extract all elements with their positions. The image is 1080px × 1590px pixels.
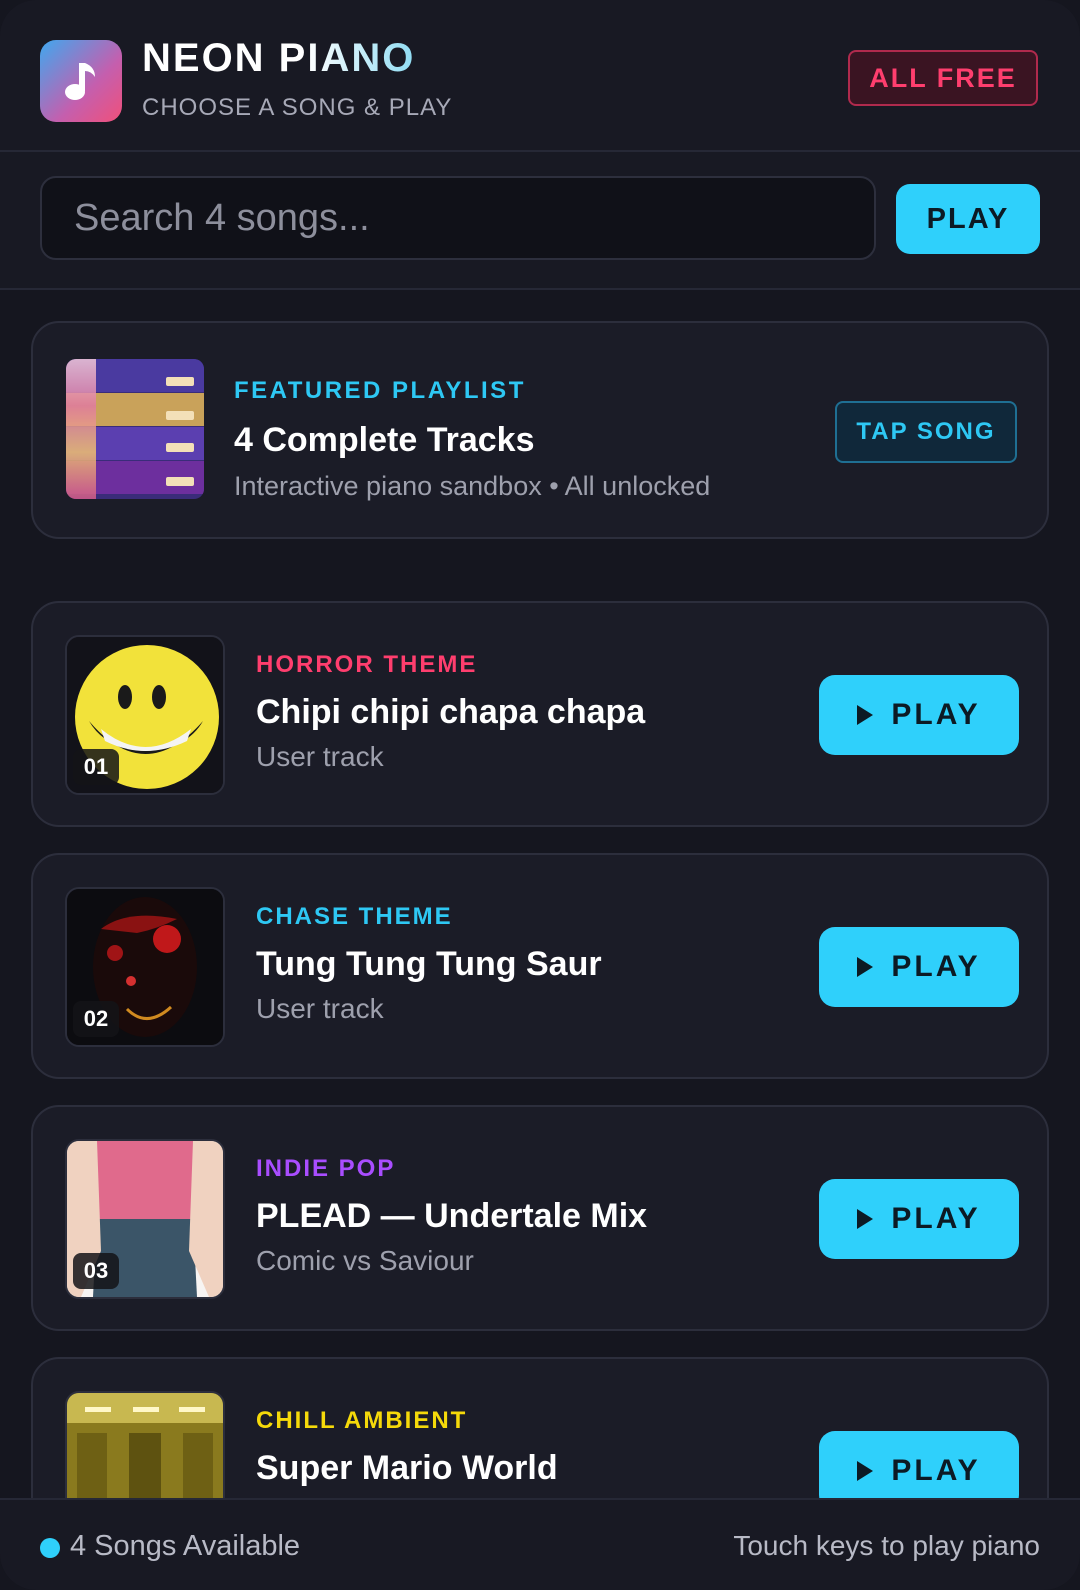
- search-input[interactable]: [40, 176, 876, 260]
- track-number: 02: [73, 1001, 119, 1037]
- song-artist: User track: [256, 993, 384, 1024]
- playlist-thumbnail: [66, 359, 204, 499]
- featured-label: FEATURED PLAYLIST: [234, 377, 526, 404]
- featured-title: 4 Complete Tracks: [234, 421, 535, 459]
- play-button-label: PLAY: [891, 1454, 981, 1487]
- play-button-label: PLAY: [891, 950, 981, 983]
- song-thumbnail: 03: [65, 1139, 225, 1299]
- song-artist: Comic vs Saviour: [256, 1245, 474, 1276]
- songs-available-count: 4 Songs Available: [70, 1530, 301, 1562]
- play-button[interactable]: PLAY: [819, 675, 1019, 755]
- featured-playlist-card[interactable]: FEATURED PLAYLIST 4 Complete Tracks Inte…: [31, 321, 1049, 539]
- track-number: 03: [73, 1253, 119, 1289]
- song-genre-tag: INDIE POP: [256, 1155, 396, 1182]
- featured-description: Interactive piano sandbox • All unlocked: [234, 471, 711, 501]
- song-title: Super Mario World: [256, 1449, 558, 1487]
- tap-song-button[interactable]: TAP SONG: [835, 401, 1017, 463]
- search-bar: PLAY: [0, 152, 1080, 290]
- music-note-icon: [40, 40, 122, 122]
- play-button-label: PLAY: [891, 1202, 981, 1235]
- song-artist: User track: [256, 741, 384, 772]
- play-icon: [857, 1209, 874, 1229]
- play-icon: [857, 957, 874, 977]
- song-title: PLEAD — Undertale Mix: [256, 1197, 648, 1235]
- song-genre-tag: HORROR THEME: [256, 651, 478, 678]
- footer: 4 Songs Available Touch keys to play pia…: [0, 1498, 1080, 1590]
- track-number: 01: [73, 749, 119, 785]
- song-card[interactable]: 03 INDIE POP PLEAD — Undertale Mix Comic…: [31, 1105, 1049, 1331]
- header: NEON PIANO CHOOSE A SONG & PLAY ALL FREE: [0, 0, 1080, 152]
- play-icon: [857, 705, 874, 725]
- status-dot-icon: [40, 1538, 60, 1558]
- footer-hint: Touch keys to play piano: [733, 1530, 1040, 1561]
- song-genre-tag: CHASE THEME: [256, 903, 453, 930]
- all-free-badge: ALL FREE: [848, 50, 1038, 106]
- song-thumbnail: 01: [65, 635, 225, 795]
- play-button-label: PLAY: [891, 698, 981, 731]
- song-genre-tag: CHILL AMBIENT: [256, 1407, 468, 1434]
- song-thumbnail: 02: [65, 887, 225, 1047]
- play-button[interactable]: PLAY: [819, 1179, 1019, 1259]
- app-title: NEON PIANO: [142, 36, 416, 80]
- app-window: NEON PIANO CHOOSE A SONG & PLAY ALL FREE…: [0, 0, 1080, 1590]
- app-subtitle: CHOOSE A SONG & PLAY: [142, 94, 453, 121]
- search-play-button[interactable]: PLAY: [896, 184, 1040, 254]
- song-card[interactable]: 02 CHASE THEME Tung Tung Tung Saur User …: [31, 853, 1049, 1079]
- play-icon: [857, 1461, 874, 1481]
- song-title: Tung Tung Tung Saur: [256, 945, 602, 983]
- song-card[interactable]: 01 HORROR THEME Chipi chipi chapa chapa …: [31, 601, 1049, 827]
- play-button[interactable]: PLAY: [819, 927, 1019, 1007]
- song-title: Chipi chipi chapa chapa: [256, 693, 646, 731]
